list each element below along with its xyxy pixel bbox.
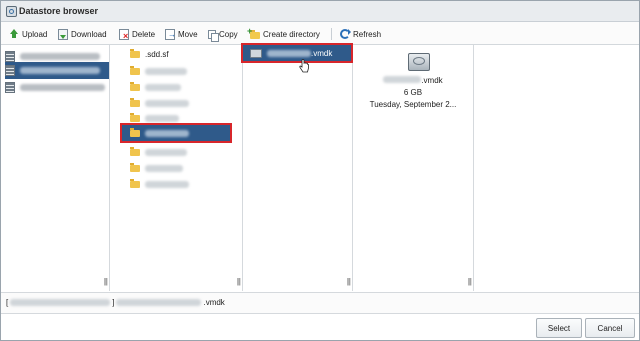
hand-cursor-icon [299,59,309,73]
virtual-disk-large-icon [408,53,430,71]
column-resize-grip[interactable]: ||| [237,277,241,286]
download-label: Download [71,29,107,39]
refresh-icon [340,29,351,39]
cancel-button[interactable]: Cancel [585,318,635,338]
path-close-bracket: ] [112,298,115,307]
datastore-browser-dialog: Datastore browser Upload Download Delete… [0,0,640,341]
file-item-selected[interactable]: .vmdk [241,43,353,63]
refresh-button[interactable]: Refresh [340,28,381,40]
folder-icon [130,112,140,122]
datastore-column[interactable]: ||| [1,45,110,291]
detail-size: 6 GB [403,88,423,97]
browser-columns: ||| .sdd.sf ||| .vmdk ||| .vmdk 6 GB Tue… [1,43,639,291]
folder-icon [130,97,140,107]
datastore-icon [5,50,15,62]
datastore-label [20,67,100,74]
file-name-redacted [267,49,311,57]
folder-column[interactable]: .sdd.sf ||| [110,45,243,291]
folder-label [145,99,189,107]
folder-icon [130,81,140,91]
folder-item[interactable] [130,80,181,94]
datastore-icon [5,65,15,76]
copy-icon [208,29,219,42]
folder-label [145,67,187,75]
column-resize-grip[interactable]: ||| [104,277,108,286]
datastore-label [20,83,105,91]
folder-item[interactable] [130,64,187,78]
folder-label [145,129,189,137]
folder-icon [130,65,140,75]
copy-button[interactable]: Copy [208,28,238,42]
toolbar: Upload Download Delete Move Copy Create … [1,22,639,45]
detail-modified: Tuesday, September 2... [369,100,457,109]
delete-icon [119,28,129,40]
upload-icon [9,29,19,39]
folder-label [145,114,179,122]
move-button[interactable]: Move [165,28,198,40]
create-folder-icon [247,26,260,39]
folder-item[interactable] [130,161,183,175]
detail-extension: .vmdk [421,76,443,85]
folder-label [145,148,187,156]
file-extension: .vmdk [311,48,333,58]
folder-icon [130,162,140,172]
detail-name-redacted [383,76,422,83]
folder-item[interactable] [130,145,187,159]
folder-item-selected[interactable] [120,123,232,143]
folder-item[interactable] [130,111,179,125]
toolbar-separator [331,28,332,40]
title-bar: Datastore browser [1,1,639,22]
path-open-bracket: [ [6,298,9,307]
upload-button[interactable]: Upload [9,28,47,40]
selected-path: [ ] .vmdk [6,298,225,307]
datastore-browser-icon [6,6,17,17]
detail-file-name: .vmdk [353,76,473,85]
move-label: Move [178,29,198,39]
folder-label: .sdd.sf [145,49,169,59]
folder-icon [130,127,140,137]
column-resize-grip[interactable]: ||| [468,277,472,286]
folder-label [145,83,181,91]
create-directory-button[interactable]: Create directory [247,26,320,40]
path-extension: .vmdk [203,298,225,307]
folder-item[interactable]: .sdd.sf [130,47,169,61]
path-datastore-redacted [10,299,111,306]
file-label: .vmdk [267,49,332,58]
window-title: Datastore browser [19,6,99,16]
file-details-pane: .vmdk 6 GB Tuesday, September 2... ||| [353,45,474,291]
select-button[interactable]: Select [536,318,582,338]
folder-label [145,164,183,172]
download-button[interactable]: Download [58,28,107,40]
create-directory-label: Create directory [263,29,320,39]
folder-label [145,180,189,188]
virtual-disk-icon [250,48,262,58]
folder-icon [130,178,140,188]
column-resize-grip[interactable]: ||| [347,277,351,286]
copy-label: Copy [219,29,238,39]
folder-icon [130,146,140,156]
datastore-item[interactable] [5,80,105,94]
path-bar: [ ] .vmdk [1,292,639,314]
download-icon [58,28,68,40]
folder-item[interactable] [130,177,189,191]
datastore-label [20,52,100,60]
path-file-redacted [116,299,202,306]
datastore-item[interactable] [5,49,105,63]
datastore-icon [5,81,15,93]
empty-column [474,45,639,291]
delete-label: Delete [132,29,156,39]
folder-icon [130,48,140,58]
upload-label: Upload [22,29,48,39]
delete-button[interactable]: Delete [119,28,155,40]
refresh-label: Refresh [353,29,382,39]
file-column[interactable]: .vmdk ||| [241,43,353,291]
folder-item[interactable] [130,96,189,110]
datastore-item-selected[interactable] [5,62,109,79]
move-icon [165,28,176,40]
